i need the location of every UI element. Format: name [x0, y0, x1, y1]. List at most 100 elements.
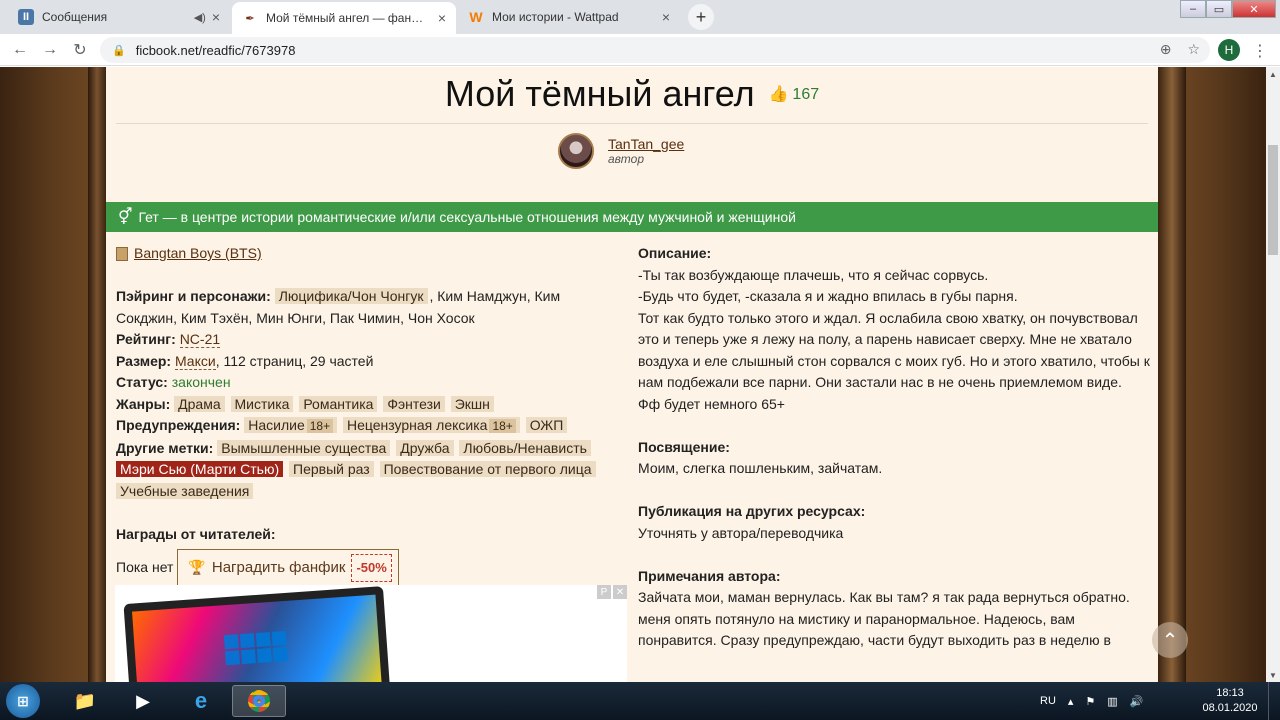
messages-favicon-icon: II: [18, 9, 34, 25]
warnings-row: Предупреждения: Насилие 18+ Нецензурная л…: [116, 415, 616, 438]
tab-title: Мои истории - Wattpad: [492, 10, 619, 24]
rewards-label: Награды от читателей:: [116, 525, 276, 542]
fandom-link[interactable]: Bangtan Boys (BTS): [134, 243, 262, 265]
title-row: Мой тёмный ангел 👍 167: [106, 73, 1158, 115]
profile-avatar[interactable]: Н: [1218, 39, 1240, 61]
likes-counter[interactable]: 👍 167: [769, 84, 820, 104]
ad-close-icon[interactable]: ✕: [613, 585, 627, 599]
other-tag[interactable]: Вымышленные существа: [217, 439, 391, 456]
scroll-to-top-icon[interactable]: ⌃: [1152, 622, 1188, 658]
minimize-icon[interactable]: –: [1180, 0, 1206, 18]
scrollbar-thumb[interactable]: [1268, 145, 1278, 255]
genre-tag[interactable]: Романтика: [299, 395, 378, 412]
reload-icon[interactable]: ↻: [70, 40, 90, 60]
warning-tag[interactable]: Нецензурная лексика 18+: [343, 417, 520, 433]
genre-tag[interactable]: Экшн: [450, 395, 494, 412]
rating-value[interactable]: NC-21: [179, 331, 221, 348]
award-fic-button[interactable]: 🏆 Наградить фанфик -50%: [177, 549, 399, 587]
warning-tag[interactable]: Насилие 18+: [244, 417, 338, 433]
warning-tag[interactable]: ОЖП: [525, 417, 568, 433]
author-notes-text: меня опять потянуло на мистику и паранор…: [638, 610, 1111, 649]
bookmark-star-icon[interactable]: ☆: [1187, 41, 1200, 58]
other-tag[interactable]: Первый раз: [289, 461, 374, 477]
laptop-image: [123, 586, 391, 682]
pairing-main-tag[interactable]: Люцифика/Чон Чонгук: [274, 288, 428, 304]
size-value[interactable]: Макси: [174, 352, 216, 370]
browser-menu-icon[interactable]: ⋮: [1252, 41, 1268, 61]
page-scrollbar[interactable]: ▲ ▼: [1266, 67, 1280, 682]
close-tab-icon[interactable]: ×: [662, 9, 670, 25]
close-window-icon[interactable]: ✕: [1232, 0, 1276, 18]
genre-tag[interactable]: Фэнтези: [383, 395, 445, 412]
internet-explorer-icon[interactable]: e: [174, 685, 228, 717]
media-player-icon[interactable]: ▶: [116, 685, 170, 717]
tags-row-3: Учебные заведения: [116, 481, 616, 503]
forward-arrow-icon[interactable]: →: [40, 40, 60, 60]
age-badge: 18+: [306, 419, 334, 433]
author-avatar[interactable]: [558, 133, 594, 169]
author-link[interactable]: TanTan_gee: [608, 136, 684, 152]
ad-info-icon[interactable]: P: [597, 585, 611, 599]
network-icon[interactable]: ▥: [1107, 695, 1117, 708]
show-desktop-button[interactable]: [1268, 682, 1280, 720]
start-button-icon[interactable]: ⊞: [6, 684, 40, 718]
wood-frame-right: [1158, 67, 1186, 682]
tab-wattpad[interactable]: W Мои истории - Wattpad ×: [458, 2, 680, 32]
likes-count: 167: [792, 86, 820, 103]
taskbar-clock[interactable]: 18:13 08.01.2020: [1198, 686, 1262, 716]
maximize-icon[interactable]: ▭: [1206, 0, 1232, 18]
flag-icon[interactable]: ⚑: [1085, 695, 1095, 708]
scroll-up-icon[interactable]: ▲: [1266, 67, 1280, 81]
highlighted-tag[interactable]: Мэри Сью (Марти Стью): [116, 461, 284, 477]
description-line: Тот как будто только этого и ждал. Я осл…: [638, 309, 1150, 391]
speaker-icon[interactable]: ◀): [194, 11, 206, 24]
publication-text: Уточнять у автора/переводчика: [638, 524, 844, 541]
trophy-icon: 🏆: [188, 559, 206, 576]
fic-details: Описание: -Ты так возбуждающе плачешь, ч…: [638, 243, 1153, 652]
tab-messages[interactable]: II Сообщения ◀) ×: [8, 2, 230, 32]
wood-frame-left: [88, 67, 106, 682]
tab-ficbook[interactable]: ✒ Мой тёмный ангел — фанфик по ×: [232, 2, 456, 34]
description-line: Фф будет немного 65+: [638, 395, 785, 412]
genre-tag[interactable]: Мистика: [230, 395, 294, 412]
genre-tag[interactable]: Драма: [174, 395, 225, 412]
close-tab-icon[interactable]: ×: [212, 9, 220, 25]
url-bar[interactable]: 🔒 ficbook.net/readfic/7673978 ⊕ ☆: [100, 37, 1210, 63]
tray-expand-icon[interactable]: ▴: [1068, 695, 1074, 708]
new-tab-button[interactable]: +: [688, 4, 714, 30]
back-arrow-icon[interactable]: ←: [10, 40, 30, 60]
het-symbol-icon: ⚥: [118, 209, 133, 226]
address-toolbar: ← → ↻ 🔒 ficbook.net/readfic/7673978 ⊕ ☆ …: [0, 34, 1280, 66]
fic-header-panel: Мой тёмный ангел 👍 167 TanTan_gee автор ⚥…: [106, 67, 1188, 682]
other-tag[interactable]: Любовь/Ненависть: [459, 439, 591, 456]
clock-time: 18:13: [1216, 687, 1244, 699]
age-badge: 18+: [489, 419, 516, 433]
author-role: автор: [608, 152, 645, 166]
close-tab-icon[interactable]: ×: [438, 10, 446, 26]
browser-tab-bar: II Сообщения ◀) × ✒ Мой тёмный ангел — ф…: [0, 0, 1280, 34]
other-tag[interactable]: Дружба: [396, 439, 454, 456]
description-line: -Ты так возбуждающе плачешь, что я сейча…: [638, 266, 989, 283]
clock-date: 08.01.2020: [1202, 702, 1258, 714]
language-indicator[interactable]: RU: [1040, 695, 1056, 707]
description-label: Описание:: [638, 245, 712, 261]
advertisement[interactable]: P ✕: [115, 585, 627, 682]
size-details: , 112 страниц, 29 частей: [215, 352, 374, 369]
other-tag[interactable]: Повествование от первого лица: [379, 461, 596, 477]
chrome-icon[interactable]: [232, 685, 286, 717]
genres-label: Жанры:: [116, 395, 171, 412]
explorer-icon[interactable]: 📁: [58, 685, 112, 717]
other-tag[interactable]: Учебные заведения: [116, 482, 254, 499]
warning-name: Нецензурная лексика: [347, 417, 488, 433]
volume-icon[interactable]: 🔊: [1130, 695, 1144, 708]
author-info: TanTan_gee автор: [608, 136, 684, 166]
genres-row: Жанры: Драма Мистика Романтика Фэнтези Э…: [116, 394, 616, 416]
add-icon[interactable]: ⊕: [1160, 41, 1172, 58]
status-label: Статус:: [116, 374, 168, 390]
scroll-down-icon[interactable]: ▼: [1266, 668, 1280, 682]
fandom-line: Bangtan Boys (BTS): [116, 243, 616, 265]
direction-banner[interactable]: ⚥ Гет — в центре истории романтические и…: [106, 202, 1158, 232]
wattpad-favicon-icon: W: [469, 9, 483, 25]
size-label: Размер:: [116, 352, 172, 369]
publication-label: Публикация на других ресурсах:: [638, 503, 866, 519]
